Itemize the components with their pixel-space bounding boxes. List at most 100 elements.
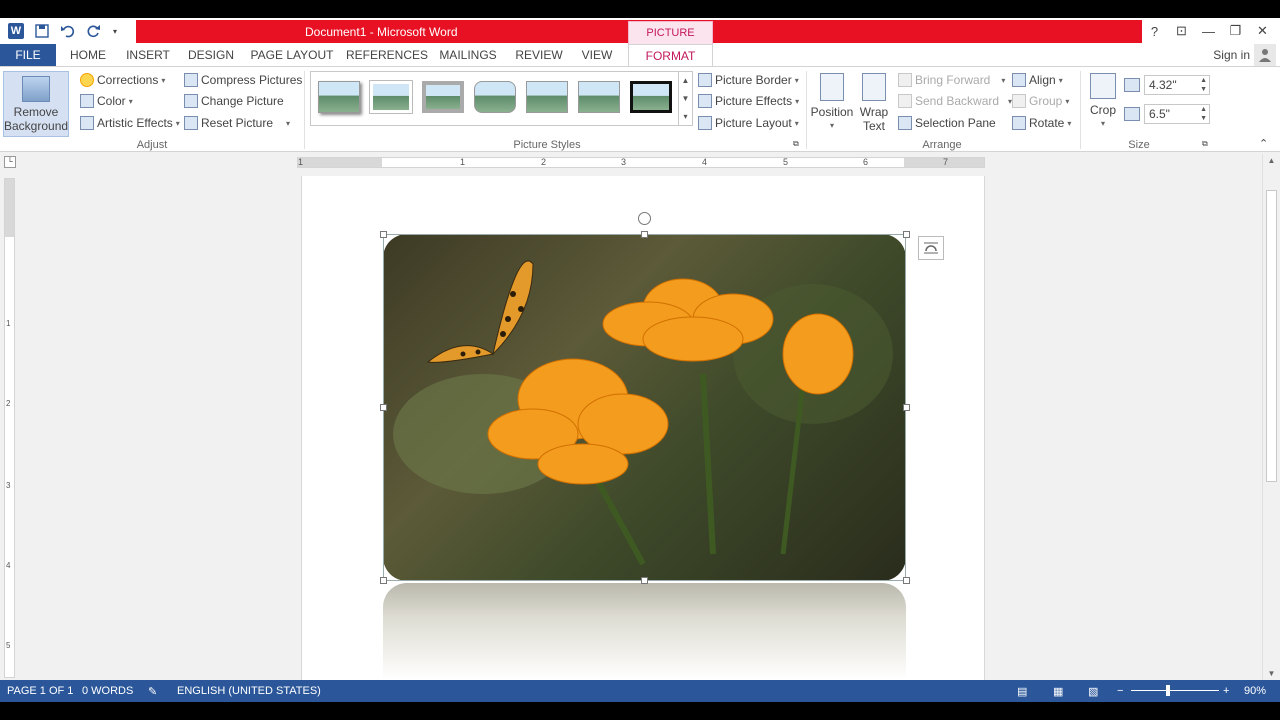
compress-pictures-icon <box>184 73 198 87</box>
undo-icon[interactable] <box>58 21 78 41</box>
send-backward-button[interactable]: Send Backward ▾ <box>898 94 1012 108</box>
resize-handle[interactable] <box>903 577 910 584</box>
rotate-handle-icon[interactable] <box>638 212 651 225</box>
resize-handle[interactable] <box>641 231 648 238</box>
picture-style-thumb[interactable] <box>526 81 568 113</box>
tab-references[interactable]: REFERENCES <box>346 44 428 66</box>
tab-selector-icon[interactable]: └ <box>4 156 16 168</box>
compress-pictures-button[interactable]: Compress Pictures <box>184 73 302 87</box>
tab-mailings[interactable]: MAILINGS <box>436 44 500 66</box>
read-mode-icon[interactable]: ▤ <box>1017 685 1027 698</box>
picture-effects-button[interactable]: Picture Effects ▾ <box>698 94 799 108</box>
flower-butterfly-picture[interactable] <box>383 234 906 581</box>
ruler-left-margin <box>298 158 382 167</box>
zoom-level[interactable]: 90% <box>1244 685 1266 697</box>
shape-height-input[interactable]: 4.32" ▲ ▼ <box>1144 75 1210 95</box>
color-button[interactable]: Color ▾ <box>80 94 133 108</box>
help-icon[interactable]: ? <box>1141 21 1168 41</box>
scroll-up-icon[interactable]: ▲ <box>1263 156 1280 165</box>
group-button[interactable]: Group ▾ <box>1012 94 1069 108</box>
resize-handle[interactable] <box>380 231 387 238</box>
vertical-scrollbar[interactable]: ▲ ▼ <box>1262 154 1280 680</box>
ribbon-display-icon[interactable]: ⊡ <box>1168 21 1195 41</box>
tab-insert[interactable]: INSERT <box>124 44 172 66</box>
width-row: 6.5" ▲ ▼ <box>1124 104 1210 124</box>
web-layout-icon[interactable]: ▧ <box>1088 685 1098 698</box>
tab-home[interactable]: HOME <box>64 44 112 66</box>
artistic-effects-button[interactable]: Artistic Effects ▾ <box>80 116 180 130</box>
gallery-more-icon[interactable]: ▾ <box>683 112 687 121</box>
language-indicator[interactable]: ENGLISH (UNITED STATES) <box>177 685 321 697</box>
change-picture-button[interactable]: Change Picture <box>184 94 284 108</box>
sign-in-link[interactable]: Sign in <box>1213 48 1250 62</box>
selection-pane-button[interactable]: Selection Pane <box>898 116 996 130</box>
picture-border-button[interactable]: Picture Border ▾ <box>698 73 799 87</box>
gallery-scroll[interactable]: ▲ ▼ ▾ <box>678 72 692 125</box>
tab-file[interactable]: FILE <box>0 44 56 66</box>
tab-view[interactable]: VIEW <box>578 44 616 66</box>
zoom-slider-knob[interactable] <box>1166 685 1170 696</box>
collapse-ribbon-icon[interactable]: ⌃ <box>1259 137 1268 150</box>
shape-width-input[interactable]: 6.5" ▲ ▼ <box>1144 104 1210 124</box>
ruler-number: 4 <box>702 157 708 167</box>
layout-options-icon[interactable] <box>918 236 944 260</box>
picture-layout-button[interactable]: Picture Layout ▾ <box>698 116 799 130</box>
tab-design[interactable]: DESIGN <box>186 44 236 66</box>
position-button[interactable]: Position ▾ <box>810 71 854 133</box>
proofing-icon[interactable]: ✎ <box>148 685 157 698</box>
tab-format[interactable]: FORMAT <box>628 44 713 66</box>
close-icon[interactable]: ✕ <box>1249 21 1276 41</box>
width-spinner[interactable]: ▲ ▼ <box>1200 105 1207 123</box>
restore-icon[interactable]: ❐ <box>1222 21 1249 41</box>
picture-style-thumb[interactable] <box>474 81 516 113</box>
vertical-ruler[interactable]: 1 2 3 4 5 <box>4 178 15 678</box>
picture-style-thumb[interactable] <box>369 80 413 114</box>
zoom-slider[interactable] <box>1131 690 1219 691</box>
gallery-up-icon[interactable]: ▲ <box>682 76 690 85</box>
horizontal-ruler[interactable]: 1 1 2 3 4 5 6 7 <box>297 157 985 168</box>
save-icon[interactable] <box>32 21 52 41</box>
tab-review[interactable]: REVIEW <box>514 44 564 66</box>
tab-page-layout[interactable]: PAGE LAYOUT <box>250 44 334 66</box>
wrap-text-icon <box>862 73 886 101</box>
print-layout-icon[interactable]: ▦ <box>1053 685 1063 698</box>
scrollbar-thumb[interactable] <box>1266 190 1277 482</box>
resize-handle[interactable] <box>641 577 648 584</box>
page-count[interactable]: PAGE 1 OF 1 <box>7 685 73 697</box>
size-launcher-icon[interactable]: ⧉ <box>1202 139 1208 149</box>
resize-handle[interactable] <box>380 404 387 411</box>
picture-style-thumb[interactable] <box>578 81 620 113</box>
rotate-button[interactable]: Rotate ▾ <box>1012 116 1071 130</box>
zoom-in-icon[interactable]: + <box>1223 685 1229 697</box>
redo-icon[interactable] <box>84 21 104 41</box>
zoom-out-icon[interactable]: − <box>1117 685 1123 697</box>
minimize-icon[interactable]: — <box>1195 21 1222 41</box>
height-row: 4.32" ▲ ▼ <box>1124 75 1210 95</box>
height-spinner[interactable]: ▲ ▼ <box>1200 76 1207 94</box>
word-count[interactable]: 0 WORDS <box>82 685 133 697</box>
corrections-button[interactable]: Corrections ▾ <box>80 73 165 87</box>
remove-background-button[interactable]: Remove Background <box>3 71 69 137</box>
picture-effects-icon <box>698 94 712 108</box>
picture-style-thumb[interactable] <box>318 81 360 113</box>
scroll-down-icon[interactable]: ▼ <box>1263 669 1280 678</box>
gallery-down-icon[interactable]: ▼ <box>682 94 690 103</box>
vertical-ruler-margin <box>5 179 14 237</box>
picture-style-thumb-selected[interactable] <box>630 81 672 113</box>
resize-handle[interactable] <box>903 404 910 411</box>
word-app-icon[interactable]: W <box>6 21 26 41</box>
account-avatar[interactable] <box>1254 44 1276 66</box>
picture-style-thumb[interactable] <box>422 81 464 113</box>
reset-picture-button[interactable]: Reset Picture ▾ <box>184 116 290 130</box>
crop-button[interactable]: Crop ▾ <box>1086 71 1120 131</box>
window-controls: ? ⊡ — ❐ ✕ <box>1141 21 1276 41</box>
align-button[interactable]: Align ▾ <box>1012 73 1063 87</box>
bring-forward-button[interactable]: Bring Forward ▾ <box>898 73 1005 87</box>
customize-toolbar-icon[interactable]: ▾ <box>110 21 120 41</box>
picture-styles-launcher-icon[interactable]: ⧉ <box>793 139 799 149</box>
resize-handle[interactable] <box>380 577 387 584</box>
wrap-text-button[interactable]: Wrap Text <box>855 71 893 133</box>
artistic-effects-icon <box>80 116 94 130</box>
resize-handle[interactable] <box>903 231 910 238</box>
adjust-group-label: Adjust <box>136 139 168 151</box>
